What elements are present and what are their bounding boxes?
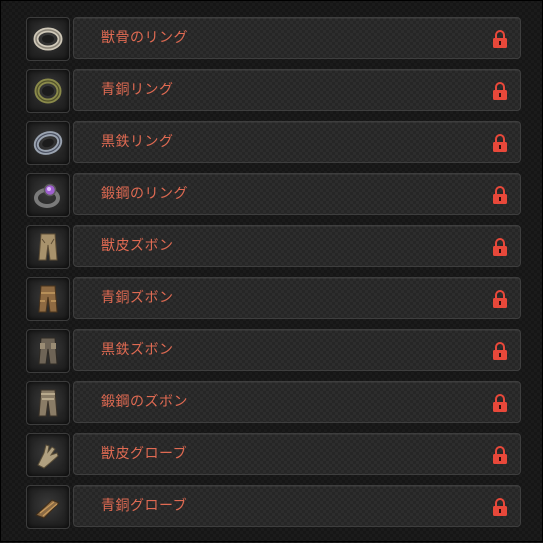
bronze-pants-icon [38, 285, 58, 313]
item-bar[interactable]: 鍛鋼のリング [73, 173, 521, 215]
lock-icon [493, 394, 507, 412]
list-item-forged-steel-ring[interactable]: 鍛鋼のリング [26, 173, 523, 217]
item-name: 獣皮グローブ [101, 446, 188, 462]
item-bar[interactable]: 獣皮ズボン [73, 225, 521, 267]
item-icon-frame [26, 121, 70, 165]
item-name: 鍛鋼のリング [101, 186, 188, 202]
lock-icon [493, 238, 507, 256]
forged-steel-pants-icon [38, 389, 58, 417]
list-item-beast-hide-gloves[interactable]: 獣皮グローブ [26, 433, 523, 477]
item-bar[interactable]: 青銅リング [73, 69, 521, 111]
item-bar[interactable]: 黒鉄リング [73, 121, 521, 163]
bronze-gloves-icon [35, 499, 60, 519]
item-name: 鍛鋼のズボン [101, 394, 188, 410]
bronze-ring-icon [34, 78, 62, 104]
item-bar[interactable]: 黒鉄ズボン [73, 329, 521, 371]
item-icon-frame [26, 69, 70, 113]
item-list: 獣骨のリング 青銅リング 黒鉄リング 鍛鋼のリング 獣皮ズボン 青銅ズボン 黒鉄… [1, 1, 543, 543]
item-icon-frame [26, 433, 70, 477]
item-icon-frame [26, 173, 70, 217]
list-item-beast-hide-pants[interactable]: 獣皮ズボン [26, 225, 523, 269]
item-name: 黒鉄リング [101, 134, 174, 150]
list-item-black-iron-pants[interactable]: 黒鉄ズボン [26, 329, 523, 373]
list-item-bronze-pants[interactable]: 青銅ズボン [26, 277, 523, 321]
item-icon-frame [26, 329, 70, 373]
list-item-bronze-ring[interactable]: 青銅リング [26, 69, 523, 113]
item-name: 青銅リング [101, 82, 174, 98]
lock-icon [493, 82, 507, 100]
item-name: 獣皮ズボン [101, 238, 174, 254]
item-bar[interactable]: 獣骨のリング [73, 17, 521, 59]
bone-ring-icon [33, 27, 63, 51]
item-icon-frame [26, 381, 70, 425]
item-name: 黒鉄ズボン [101, 342, 174, 358]
item-bar[interactable]: 青銅ズボン [73, 277, 521, 319]
lock-icon [493, 342, 507, 360]
black-iron-pants-icon [38, 337, 58, 365]
item-name: 青銅ズボン [101, 290, 174, 306]
item-icon-frame [26, 225, 70, 269]
lock-icon [493, 30, 507, 48]
item-bar[interactable]: 鍛鋼のズボン [73, 381, 521, 423]
lock-icon [493, 134, 507, 152]
beast-hide-pants-icon [38, 233, 58, 261]
item-icon-frame [26, 485, 70, 529]
item-name: 獣骨のリング [101, 30, 188, 46]
lock-icon [493, 498, 507, 516]
item-name: 青銅グローブ [101, 498, 188, 514]
lock-icon [493, 186, 507, 204]
item-bar[interactable]: 獣皮グローブ [73, 433, 521, 475]
item-icon-frame [26, 277, 70, 321]
list-item-bronze-gloves[interactable]: 青銅グローブ [26, 485, 523, 529]
list-item-black-iron-ring[interactable]: 黒鉄リング [26, 121, 523, 165]
list-item-bone-ring[interactable]: 獣骨のリング [26, 17, 523, 61]
item-icon-frame [26, 17, 70, 61]
item-bar[interactable]: 青銅グローブ [73, 485, 521, 527]
lock-icon [493, 290, 507, 308]
black-iron-ring-icon [33, 131, 63, 155]
list-item-forged-steel-pants[interactable]: 鍛鋼のズボン [26, 381, 523, 425]
forged-steel-ring-icon [34, 183, 60, 208]
beast-hide-gloves-icon [37, 444, 59, 469]
lock-icon [493, 446, 507, 464]
